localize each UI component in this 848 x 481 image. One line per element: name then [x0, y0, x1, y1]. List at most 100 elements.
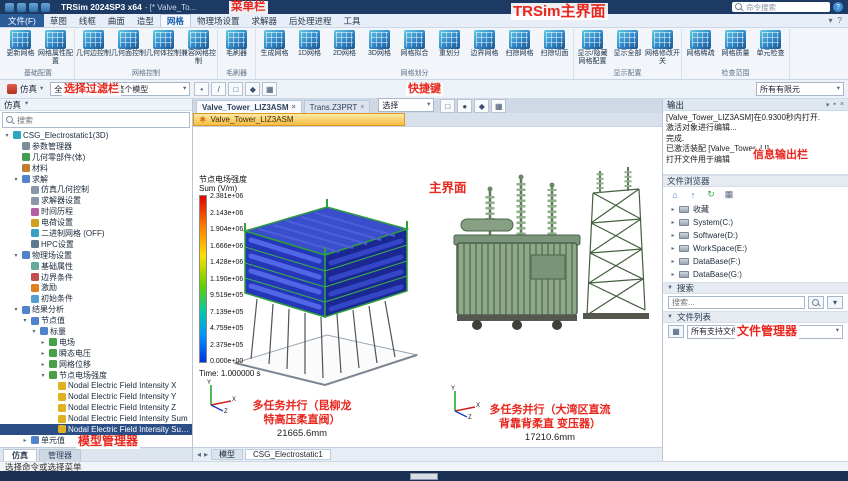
tree-item[interactable]: 二进制网格 (OFF)	[0, 228, 192, 239]
close-icon[interactable]: ×	[360, 104, 364, 111]
document-tab[interactable]: Valve_Tower_LIZ3ASM×	[196, 100, 302, 113]
close-icon[interactable]: ×	[840, 101, 844, 109]
expand-icon[interactable]: ▸	[21, 437, 29, 444]
close-icon[interactable]: ×	[292, 104, 296, 111]
tree-item[interactable]: ▾CSG_Electrostatic1(3D)	[0, 130, 192, 141]
panel-tab-2[interactable]: 管理器	[39, 449, 81, 461]
display-mode-icon[interactable]: ◆	[474, 99, 489, 113]
app-logo-icon[interactable]	[5, 3, 14, 12]
element-filter-combo[interactable]: 所有有限元 ▾	[756, 82, 844, 96]
ribbon-button[interactable]: 兼容网格控制	[181, 29, 216, 65]
tree-item[interactable]: ▾节点电场强度	[0, 370, 192, 381]
ribbon-button[interactable]: 扫掠切面	[537, 29, 572, 65]
tree-item[interactable]: 材料	[0, 163, 192, 174]
collapse-icon[interactable]: ▾	[12, 176, 20, 183]
drive-item[interactable]: ▸DataBase(G:)	[663, 268, 848, 281]
expand-icon[interactable]: ▸	[39, 350, 47, 357]
tree-item[interactable]: ▸单元值	[0, 435, 192, 446]
up-icon[interactable]: ↑	[687, 190, 699, 200]
redo-icon[interactable]	[41, 3, 50, 12]
tree-item[interactable]: Nodal Electric Field Intensity Sum (Cust	[0, 424, 192, 435]
ribbon-button[interactable]: 2D网格	[327, 29, 362, 65]
search-section-header[interactable]: ▼ 搜索	[663, 282, 848, 294]
command-search-input[interactable]: 命令搜索	[732, 2, 830, 12]
tab-scroll-right-icon[interactable]: ▸	[204, 450, 208, 459]
panel-tab-1[interactable]: 仿真	[3, 449, 37, 461]
tree-item[interactable]: ▾节点值	[0, 315, 192, 326]
search-go-button[interactable]	[808, 296, 824, 309]
tree-item[interactable]: 参数管理器	[0, 141, 192, 152]
home-icon[interactable]: ⌂	[669, 190, 681, 200]
filter-target-combo[interactable]: 整个模型 ▾	[112, 82, 190, 96]
tree-item[interactable]: ▾求解	[0, 174, 192, 185]
tree-item[interactable]: 基础属性	[0, 261, 192, 272]
tree-item[interactable]: 几何零部件(体)	[0, 152, 192, 163]
menu-tab-4[interactable]: 造型	[131, 14, 160, 27]
tree-item[interactable]: 初始条件	[0, 293, 192, 304]
collapse-icon[interactable]: ▾	[12, 252, 20, 259]
save-icon[interactable]	[17, 3, 26, 12]
filter-scope-combo[interactable]: 全部 ▾	[50, 82, 108, 96]
simulation-menu-button[interactable]: 仿真 ▾	[4, 82, 46, 97]
ribbon-button[interactable]: 单元检查	[753, 29, 788, 65]
transformer-model[interactable]	[445, 155, 660, 355]
face-filter-icon[interactable]: □	[228, 82, 243, 96]
section-view-icon[interactable]: ▦	[491, 99, 506, 113]
collapse-icon[interactable]: ▾	[12, 306, 20, 313]
tree-search-input[interactable]	[17, 116, 186, 125]
collapse-ribbon-icon[interactable]: ▾	[829, 16, 833, 25]
expand-icon[interactable]: ▸	[39, 339, 47, 346]
drive-item[interactable]: ▸DataBase(F:)	[663, 255, 848, 268]
ribbon-button[interactable]: 网格修改开关	[645, 29, 680, 65]
pin-icon[interactable]: ▾	[826, 101, 830, 109]
menu-tab-1[interactable]: 草图	[44, 14, 73, 27]
drive-item[interactable]: ▸收藏	[663, 203, 848, 216]
isolate-icon[interactable]: □	[440, 99, 455, 113]
viewport-bottom-tab[interactable]: CSG_Electrostatic1	[245, 449, 331, 460]
viewport-tab[interactable]: ∗ Valve_Tower_LIZ3ASM	[193, 113, 405, 126]
tree-item[interactable]: 边界条件	[0, 272, 192, 283]
tree-search-box[interactable]	[2, 112, 190, 128]
menu-tab-7[interactable]: 求解器	[245, 14, 283, 27]
collapse-icon[interactable]: ▾	[30, 328, 38, 335]
ribbon-button[interactable]: 几何面控制	[111, 29, 146, 65]
tab-scroll-left-icon[interactable]: ◂	[197, 450, 201, 459]
refresh-icon[interactable]: ↻	[705, 189, 717, 200]
tree-item[interactable]: 仿真几何控制	[0, 184, 192, 195]
edge-filter-icon[interactable]: /	[211, 82, 226, 96]
file-menu-button[interactable]: 文件(F)	[0, 14, 44, 27]
vertex-filter-icon[interactable]: •	[194, 82, 209, 96]
collapse-icon[interactable]: ▾	[3, 132, 11, 139]
selection-combo[interactable]: 选择 ▾	[378, 98, 434, 112]
output-log[interactable]: [Valve_Tower_LIZ3ASM]在0.9300秒内打开.激活对象进行编…	[663, 111, 848, 175]
ribbon-button[interactable]: 更新网格	[3, 29, 38, 65]
file-search-input[interactable]	[668, 296, 805, 309]
help-icon-small[interactable]: ?	[838, 16, 842, 25]
drive-item[interactable]: ▸Software(D:)	[663, 229, 848, 242]
tree-item[interactable]: 电荷设置	[0, 217, 192, 228]
tree-item[interactable]: Nodal Electric Field Intensity X	[0, 380, 192, 391]
tree-item[interactable]: ▾结果分析	[0, 304, 192, 315]
ribbon-button[interactable]: 显示/隐藏网格配置	[575, 29, 610, 65]
expand-icon[interactable]: ▸	[669, 232, 677, 239]
ribbon-button[interactable]: 3D网格	[362, 29, 397, 65]
ribbon-button[interactable]: 重划分	[432, 29, 467, 65]
tree-item[interactable]: ▸网格位移	[0, 359, 192, 370]
expand-icon[interactable]: ▸	[669, 219, 677, 226]
tree-item[interactable]: ▸电场	[0, 337, 192, 348]
body-filter-icon[interactable]: ◆	[245, 82, 260, 96]
collapse-icon[interactable]: ▾	[21, 317, 29, 324]
tree-item[interactable]: 激励	[0, 282, 192, 293]
ribbon-button[interactable]: 生成网格	[257, 29, 292, 65]
taskbar-item[interactable]	[410, 473, 438, 480]
undo-icon[interactable]	[29, 3, 38, 12]
view-icon[interactable]: ▦	[723, 189, 735, 200]
view-mode-button[interactable]: ▦	[668, 325, 684, 338]
help-icon[interactable]: ?	[833, 2, 843, 12]
expand-icon[interactable]: ▸	[669, 245, 677, 252]
tree-item[interactable]: Nodal Electric Field Intensity Sum	[0, 413, 192, 424]
tree-item[interactable]: ▸瞬态电压	[0, 348, 192, 359]
expand-icon[interactable]: ▸	[39, 361, 47, 368]
menu-tab-2[interactable]: 线框	[73, 14, 102, 27]
assembly-filter-icon[interactable]: ▦	[262, 82, 277, 96]
